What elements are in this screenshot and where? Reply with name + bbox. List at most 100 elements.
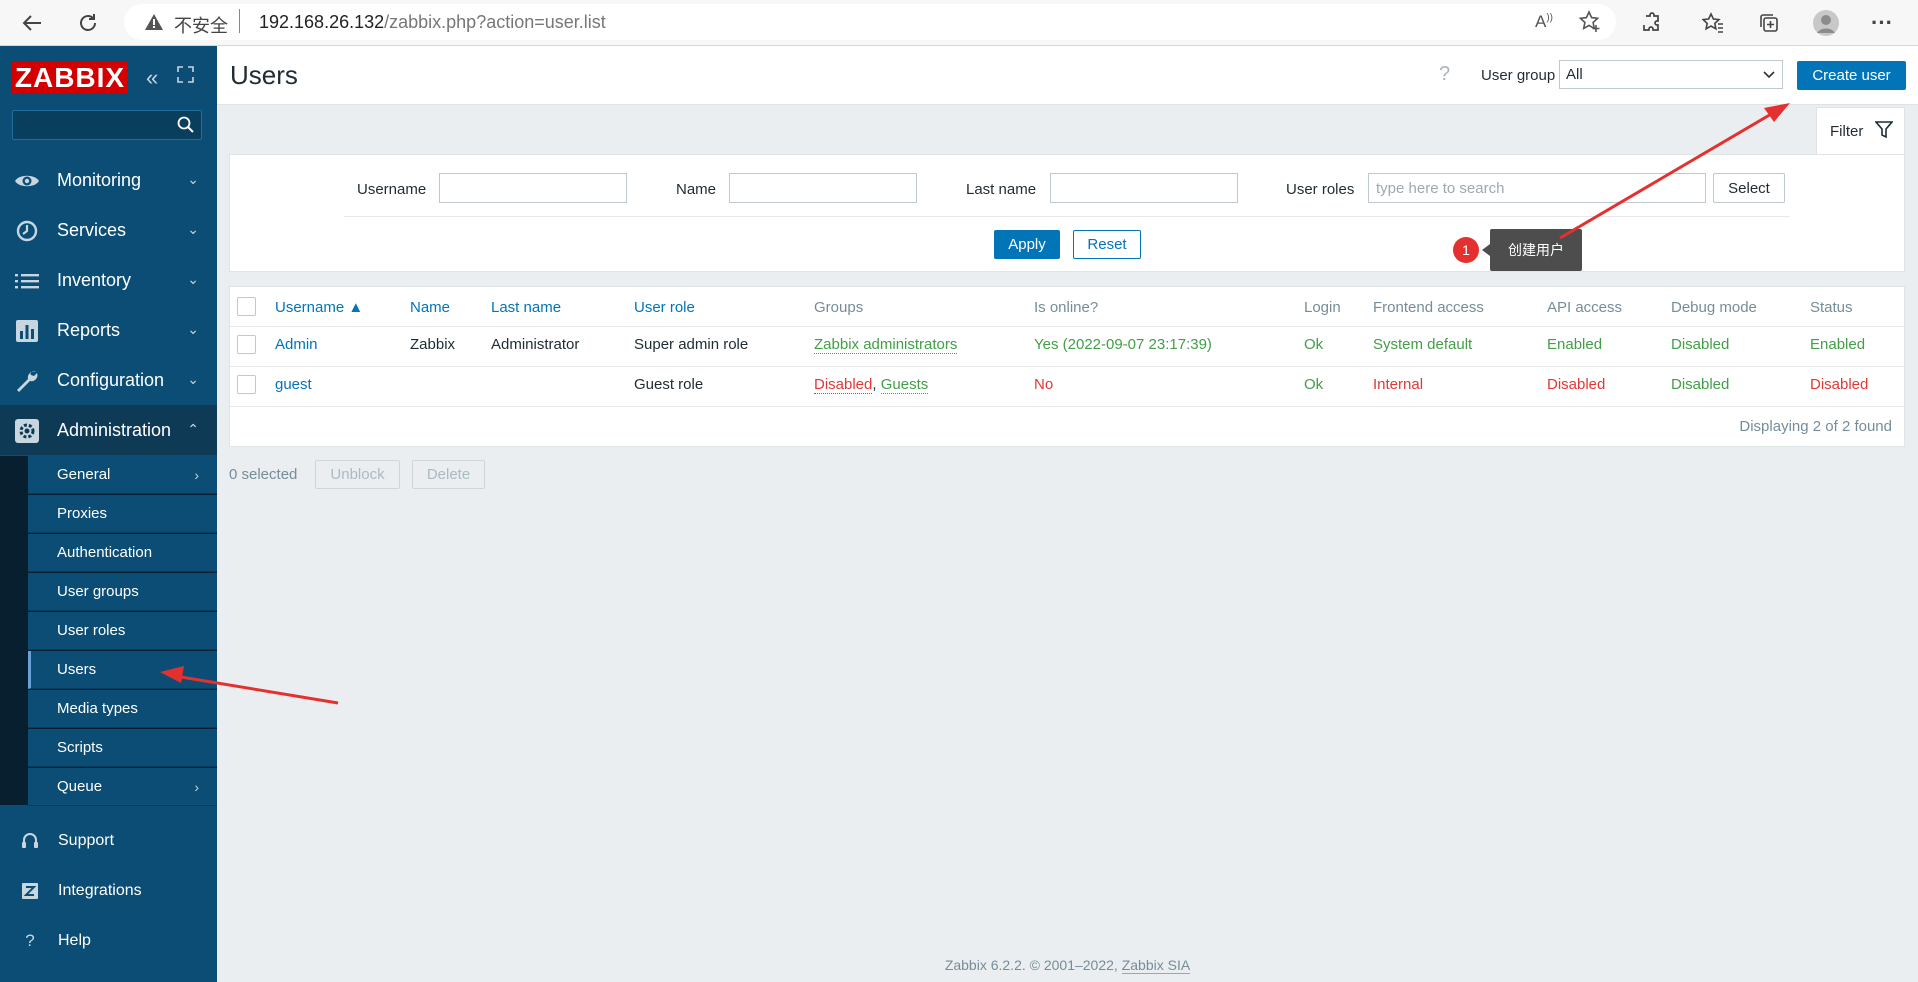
login-status-cell: Ok [1304, 376, 1324, 393]
page-title: Users [230, 60, 298, 90]
user-roles-select-button[interactable]: Select [1713, 173, 1785, 203]
api-access-cell: Enabled [1547, 336, 1603, 353]
submenu-general[interactable]: General › [28, 456, 217, 494]
frontend-access-cell: Internal [1373, 376, 1424, 393]
users-table: Username ▲ Name Last name User role Grou… [229, 286, 1905, 447]
bar-chart-icon [14, 318, 40, 344]
user-group-select[interactable]: All [1559, 60, 1783, 89]
user-status-cell[interactable]: Enabled [1810, 336, 1865, 353]
select-all-checkbox[interactable] [237, 297, 256, 316]
help-question-icon[interactable]: ? [1439, 63, 1450, 86]
submenu-label: General [57, 466, 111, 483]
username-link[interactable]: guest [275, 376, 312, 393]
browser-toolbar: 不安全 192.168.26.132/zabbix.php?action=use… [0, 0, 1918, 46]
submenu-media-types[interactable]: Media types [28, 690, 217, 728]
menu-label: Inventory [57, 269, 132, 290]
submenu-users[interactable]: Users [28, 651, 217, 689]
user-group-label: User group [1481, 67, 1556, 84]
submenu-label: User groups [57, 583, 139, 600]
menu-label: Support [58, 832, 115, 849]
create-user-button[interactable]: Create user [1797, 61, 1906, 90]
submenu-queue[interactable]: Queue › [28, 768, 217, 806]
menu-reports[interactable]: Reports ⌄ [0, 305, 217, 355]
filter-username-input[interactable] [439, 173, 627, 203]
reset-filter-button[interactable]: Reset [1073, 230, 1141, 259]
submenu-label: Media types [57, 700, 138, 717]
search-icon[interactable] [177, 116, 195, 134]
filter-user-roles-input[interactable]: type here to search [1368, 173, 1706, 203]
profile-avatar-icon[interactable] [1812, 9, 1840, 37]
login-status-cell: Ok [1304, 336, 1324, 353]
menu-inventory[interactable]: Inventory ⌄ [0, 255, 217, 305]
name-cell: Zabbix [410, 336, 456, 353]
user-role-cell: Guest role [634, 376, 704, 393]
username-link[interactable]: Admin [275, 336, 318, 353]
administration-submenu: General › Proxies Authentication User gro… [0, 456, 217, 806]
delete-button[interactable]: Delete [412, 460, 485, 489]
apply-filter-button[interactable]: Apply [994, 230, 1060, 259]
more-menu-icon[interactable]: ··· [1868, 9, 1896, 37]
menu-support[interactable]: Support [0, 819, 217, 865]
url-text[interactable]: 192.168.26.132/zabbix.php?action=user.li… [259, 12, 606, 33]
sidebar-search-input[interactable] [12, 110, 202, 140]
filter-name-input[interactable] [729, 173, 917, 203]
menu-integrations[interactable]: Integrations [0, 869, 217, 915]
unblock-button[interactable]: Unblock [315, 460, 400, 489]
list-icon [14, 268, 40, 294]
menu-help[interactable]: ? Help [0, 919, 217, 965]
page-header: Users ? User group All Create user [217, 46, 1918, 105]
online-status-cell: No [1034, 376, 1054, 393]
group-link[interactable]: Disabled [814, 376, 873, 394]
menu-label: Monitoring [57, 169, 142, 190]
wrench-icon [14, 368, 40, 394]
extensions-icon[interactable] [1637, 9, 1665, 37]
submenu-authentication[interactable]: Authentication [28, 534, 217, 572]
menu-monitoring[interactable]: Monitoring ⌄ [0, 155, 217, 205]
submenu-user-roles[interactable]: User roles [28, 612, 217, 650]
row-checkbox[interactable] [237, 335, 256, 354]
favorites-icon[interactable] [1699, 9, 1727, 37]
column-header-user-role[interactable]: User role [634, 299, 695, 316]
column-header-frontend-access: Frontend access [1373, 299, 1484, 316]
headset-icon [20, 831, 40, 851]
column-header-username[interactable]: Username ▲ [275, 299, 363, 316]
filter-panel: Username Name Last name User roles type … [229, 154, 1905, 272]
footer-link[interactable]: Zabbix SIA [1121, 957, 1191, 974]
menu-administration[interactable]: Administration ⌃ [0, 405, 217, 455]
row-checkbox[interactable] [237, 375, 256, 394]
filter-user-roles-label: User roles [1286, 181, 1355, 198]
filter-username-label: Username [357, 181, 427, 198]
filter-lastname-input[interactable] [1050, 173, 1238, 203]
filter-tab[interactable]: Filter [1816, 107, 1905, 155]
column-header-last-name[interactable]: Last name [491, 299, 561, 316]
url-path: /zabbix.php?action=user.list [384, 12, 606, 32]
favorite-add-icon[interactable] [1578, 10, 1602, 34]
submenu-scripts[interactable]: Scripts [28, 729, 217, 767]
arrowhead-icon [1764, 103, 1790, 122]
footer: Zabbix 6.2.2. © 2001–2022, Zabbix SIA [217, 957, 1918, 974]
column-header-name[interactable]: Name [410, 299, 450, 316]
menu-configuration[interactable]: Configuration ⌄ [0, 355, 217, 405]
submenu-proxies[interactable]: Proxies [28, 495, 217, 533]
back-icon[interactable] [18, 9, 46, 37]
annotation-arrows [160, 103, 1790, 705]
filter-tab-label: Filter [1830, 123, 1864, 140]
display-count: Displaying 2 of 2 found [1739, 418, 1892, 435]
zabbix-logo[interactable]: ZABBIX [12, 62, 128, 93]
menu-services[interactable]: Services ⌄ [0, 205, 217, 255]
read-aloud-icon[interactable]: A)) [1535, 12, 1553, 32]
submenu-label: Authentication [57, 544, 153, 561]
address-bar[interactable]: 不安全 192.168.26.132/zabbix.php?action=use… [124, 4, 1616, 40]
kiosk-mode-icon[interactable] [177, 66, 194, 83]
group-link[interactable]: Zabbix administrators [814, 336, 958, 354]
chevron-down-icon: ⌄ [187, 221, 199, 237]
user-status-cell[interactable]: Disabled [1810, 376, 1868, 393]
collections-icon[interactable] [1755, 9, 1783, 37]
reload-icon[interactable] [74, 9, 102, 37]
insecure-label: 不安全 [174, 16, 228, 36]
menu-label: Services [57, 219, 127, 240]
submenu-user-groups[interactable]: User groups [28, 573, 217, 611]
group-link[interactable]: Guests [880, 376, 929, 394]
funnel-icon [1875, 121, 1893, 139]
collapse-sidebar-icon[interactable]: « [146, 65, 158, 91]
